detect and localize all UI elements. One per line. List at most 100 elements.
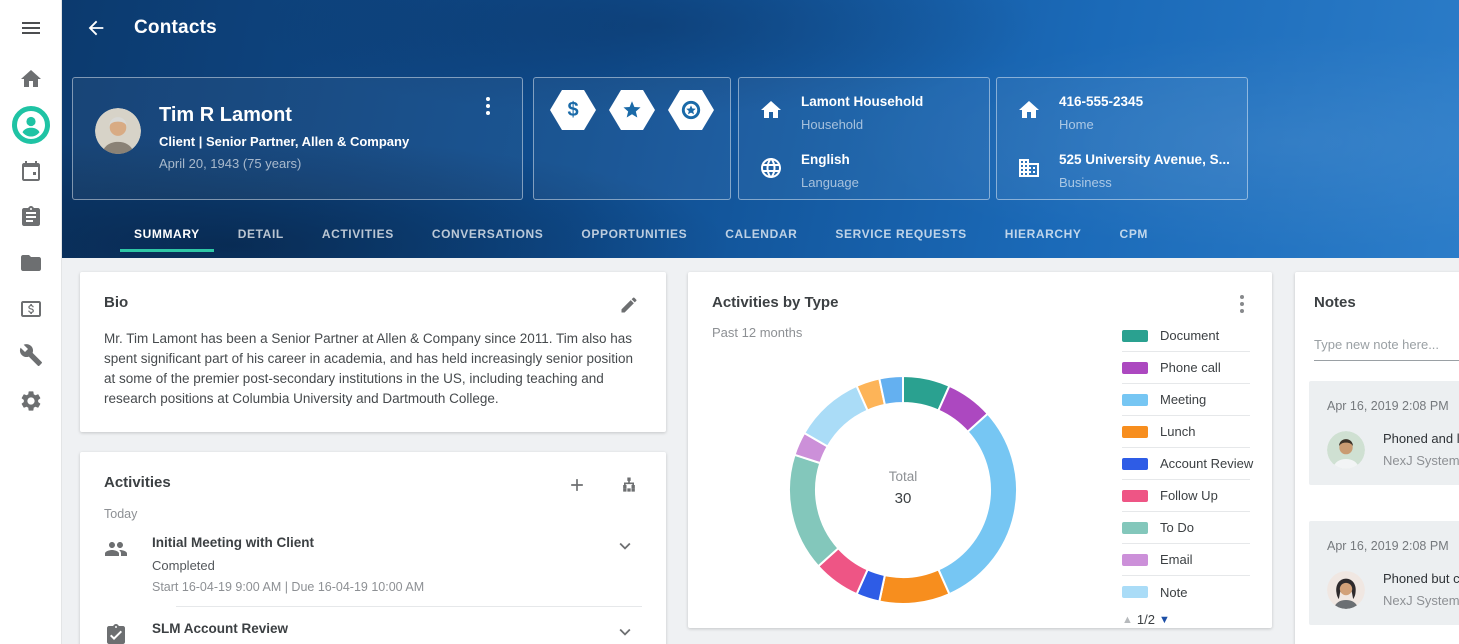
sidebar-item-tasks[interactable] (0, 194, 62, 240)
bio-edit-button[interactable] (616, 292, 642, 318)
legend-item-follow-up[interactable]: Follow Up (1122, 480, 1250, 512)
sidebar-item-billing[interactable] (0, 286, 62, 332)
dollar-badge-icon[interactable]: $ (550, 90, 596, 130)
legend-swatch (1122, 458, 1148, 470)
sidebar-item-calendar[interactable] (0, 148, 62, 194)
language-value: English (801, 152, 850, 167)
activity-expand-button[interactable] (614, 535, 638, 559)
chart-overflow-menu-button[interactable] (1230, 290, 1254, 318)
note-text: Phoned but co (1383, 571, 1459, 586)
phone-row: 416-555-2345 Home (997, 92, 1247, 140)
tab-opportunities[interactable]: OPPORTUNITIES (567, 210, 701, 258)
legend-item-lunch[interactable]: Lunch (1122, 416, 1250, 448)
new-note-input[interactable] (1314, 333, 1459, 361)
people-icon (104, 537, 128, 561)
calendar-icon (19, 159, 43, 183)
legend-label: Meeting (1160, 392, 1206, 407)
legend-item-account-review[interactable]: Account Review (1122, 448, 1250, 480)
legend-swatch (1122, 554, 1148, 566)
activity-status: Completed (152, 558, 642, 573)
sidebar-item-documents[interactable] (0, 240, 62, 286)
legend-label: Phone call (1160, 360, 1221, 375)
note-author-avatar (1327, 431, 1365, 469)
tab-conversations[interactable]: CONVERSATIONS (418, 210, 558, 258)
building-icon (1017, 156, 1041, 180)
legend-swatch (1122, 330, 1148, 342)
identity-panel[interactable]: Tim R Lamont Client | Senior Partner, Al… (72, 77, 523, 200)
plus-icon (567, 475, 587, 495)
home-icon (759, 98, 783, 122)
legend-item-phone-call[interactable]: Phone call (1122, 352, 1250, 384)
household-label: Household (801, 117, 863, 132)
contact-name: Tim R Lamont (159, 104, 409, 127)
note-item[interactable]: Apr 16, 2019 2:08 PM Phoned and le NexJ … (1309, 381, 1459, 485)
tab-cpm[interactable]: CPM (1106, 210, 1162, 258)
legend-item-document[interactable]: Document (1122, 320, 1250, 352)
tab-bar: SUMMARYDETAILACTIVITIESCONVERSATIONSOPPO… (62, 210, 1459, 258)
back-button[interactable] (76, 8, 116, 48)
legend-item-meeting[interactable]: Meeting (1122, 384, 1250, 416)
gear-icon (19, 389, 43, 413)
activity-hierarchy-button[interactable] (616, 472, 642, 498)
legend-item-to-do[interactable]: To Do (1122, 512, 1250, 544)
legend-label: Lunch (1160, 424, 1195, 439)
notes-title: Notes (1314, 294, 1459, 311)
legend-label: Document (1160, 328, 1219, 343)
activities-group-label: Today (104, 507, 642, 521)
household-row: Lamont Household Household (739, 92, 989, 140)
tab-detail[interactable]: DETAIL (224, 210, 298, 258)
contact-header: Contacts Tim R Lamont Client | Senior Pa… (62, 0, 1459, 258)
donut-segment-lunch[interactable] (879, 569, 949, 604)
sidebar-item-contacts[interactable] (0, 102, 62, 148)
tab-summary[interactable]: SUMMARY (120, 210, 214, 258)
activity-expand-button[interactable] (614, 621, 638, 644)
note-item[interactable]: Apr 16, 2019 2:08 PM Phoned but co NexJ … (1309, 521, 1459, 625)
note-text: Phoned and le (1383, 431, 1459, 446)
chart-title: Activities by Type (712, 294, 1248, 311)
contact-birthdate: April 20, 1943 (75 years) (159, 156, 409, 171)
star-badge-icon[interactable] (609, 90, 655, 130)
household-panel[interactable]: Lamont Household Household English Langu… (738, 77, 990, 200)
note-author-avatar (1327, 571, 1365, 609)
legend-item-note[interactable]: Note (1122, 576, 1250, 608)
address-label: Business (1059, 175, 1112, 190)
hamburger-menu-button[interactable] (0, 0, 62, 56)
language-label: Language (801, 175, 859, 190)
legend-label: Account Review (1160, 456, 1253, 471)
tab-activities[interactable]: ACTIVITIES (308, 210, 408, 258)
contact-info-panel[interactable]: 416-555-2345 Home 525 University Avenue,… (996, 77, 1248, 200)
legend-label: Note (1160, 585, 1187, 600)
donut-segment-note[interactable] (804, 386, 867, 447)
tab-hierarchy[interactable]: HIERARCHY (991, 210, 1096, 258)
add-activity-button[interactable] (564, 472, 590, 498)
badges-panel[interactable]: $ (533, 77, 731, 200)
sidebar-item-tools[interactable] (0, 332, 62, 378)
activity-item-slm-review[interactable]: SLM Account Review Outstanding (104, 607, 642, 644)
tab-service-requests[interactable]: SERVICE REQUESTS (821, 210, 980, 258)
badge-row: $ (534, 90, 730, 130)
address-row: 525 University Avenue, S... Business (997, 150, 1247, 198)
ribbon-star-badge-icon[interactable] (668, 90, 714, 130)
identity-overflow-menu-button[interactable] (476, 92, 500, 120)
legend-item-email[interactable]: Email (1122, 544, 1250, 576)
phone-number: 416-555-2345 (1059, 94, 1143, 109)
activity-title: Initial Meeting with Client (152, 535, 642, 550)
sidebar-item-home[interactable] (0, 56, 62, 102)
legend-pagination: ▲ 1/2 ▼ (1122, 608, 1250, 627)
legend-page-down-icon[interactable]: ▼ (1159, 614, 1170, 626)
note-author: NexJ System (1383, 593, 1459, 608)
appbar: Contacts (62, 0, 217, 56)
sidebar-item-settings[interactable] (0, 378, 62, 424)
contact-subtitle: Client | Senior Partner, Allen & Company (159, 134, 409, 149)
activity-item-initial-meeting[interactable]: Initial Meeting with Client Completed St… (104, 521, 642, 606)
bio-card: Bio Mr. Tim Lamont has been a Senior Par… (80, 272, 666, 432)
chart-legend: Document Phone call Meeting Lunch Account Re… (1122, 320, 1250, 608)
legend-label: Email (1160, 552, 1193, 567)
legend-swatch (1122, 490, 1148, 502)
home-icon (1017, 98, 1041, 122)
legend-page-up-icon[interactable]: ▲ (1122, 614, 1133, 626)
back-arrow-icon (85, 17, 107, 39)
bio-title: Bio (104, 294, 642, 311)
tab-calendar[interactable]: CALENDAR (711, 210, 811, 258)
page-title: Contacts (134, 17, 217, 39)
